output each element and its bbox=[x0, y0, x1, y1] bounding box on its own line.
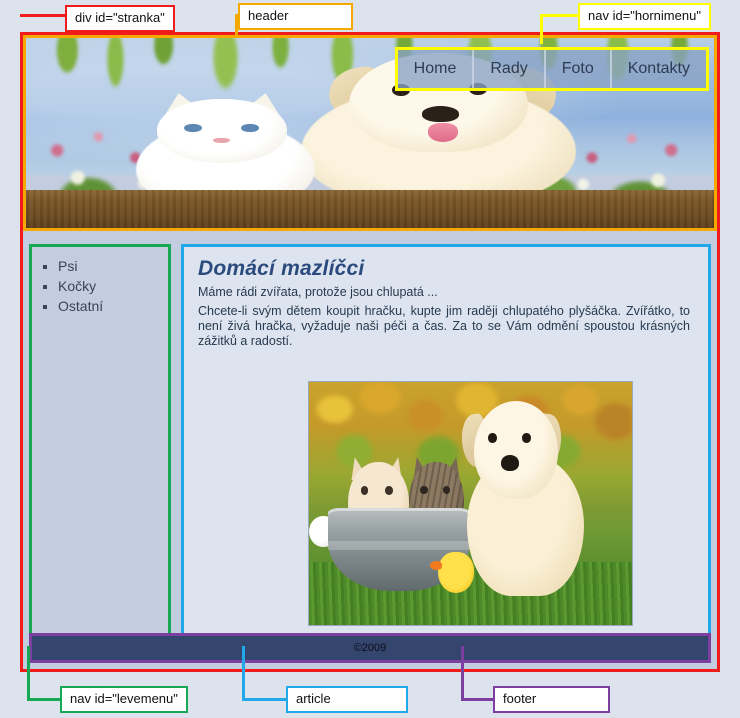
callout-hornimenu: nav id="hornimenu" bbox=[578, 3, 711, 30]
article-kitten-a-eye-right bbox=[384, 486, 393, 495]
article-photo bbox=[308, 381, 633, 626]
article-rubber-duck bbox=[429, 552, 474, 594]
header-wooden-ledge bbox=[26, 190, 714, 228]
callout-article: article bbox=[286, 686, 408, 713]
header-kitten-eye-right bbox=[240, 123, 259, 133]
sidebar-item-psi[interactable]: Psi bbox=[58, 257, 168, 276]
article-puppy-eye-left bbox=[488, 433, 497, 443]
page-container: Home Rady Foto Kontakty Psi Kočky Ostatn… bbox=[20, 32, 720, 672]
callout-stranka: div id="stranka" bbox=[65, 5, 175, 32]
header-puppy-nose bbox=[422, 106, 460, 122]
leader-line-stranka bbox=[20, 14, 68, 36]
nav-item-home[interactable]: Home bbox=[398, 50, 475, 88]
callout-header: header bbox=[238, 3, 353, 30]
article-intro: Máme rádi zvířata, protože jsou chlupatá… bbox=[198, 285, 438, 299]
article-puppy-nose bbox=[501, 454, 519, 471]
nav-item-foto[interactable]: Foto bbox=[546, 50, 612, 88]
left-navigation[interactable]: Psi Kočky Ostatní bbox=[29, 244, 171, 659]
sidebar-item-kocky[interactable]: Kočky bbox=[58, 277, 168, 296]
callout-footer: footer bbox=[493, 686, 610, 713]
article-puppy-eye-right bbox=[522, 433, 531, 443]
leader-line-article bbox=[242, 646, 292, 701]
article-kitten-a-eye-left bbox=[360, 486, 369, 495]
screenshot-root: div id="stranka" header nav id="hornimen… bbox=[0, 0, 740, 718]
article-body: Chcete-li svým dětem koupit hračku, kupt… bbox=[198, 304, 690, 348]
top-navigation[interactable]: Home Rady Foto Kontakty bbox=[394, 47, 709, 91]
header-puppy-tongue bbox=[427, 122, 459, 142]
nav-item-rady[interactable]: Rady bbox=[474, 50, 546, 88]
site-footer: ©2009 bbox=[29, 633, 711, 663]
site-header: Home Rady Foto Kontakty bbox=[23, 35, 717, 231]
nav-item-kontakty[interactable]: Kontakty bbox=[612, 50, 706, 88]
article-heading: Domácí mazlíčci bbox=[198, 257, 365, 280]
footer-copyright: ©2009 bbox=[353, 642, 387, 654]
leader-line-hornimenu bbox=[540, 14, 582, 44]
left-navigation-list: Psi Kočky Ostatní bbox=[32, 257, 168, 316]
main-article: Domácí mazlíčci Máme rádi zvířata, proto… bbox=[181, 244, 711, 659]
callout-levemenu: nav id="levemenu" bbox=[60, 686, 188, 713]
header-kitten-head bbox=[156, 98, 288, 164]
article-puppy-head bbox=[473, 401, 558, 499]
article-kitten-b-eye-left bbox=[420, 486, 428, 495]
sidebar-item-ostatni[interactable]: Ostatní bbox=[58, 297, 168, 316]
